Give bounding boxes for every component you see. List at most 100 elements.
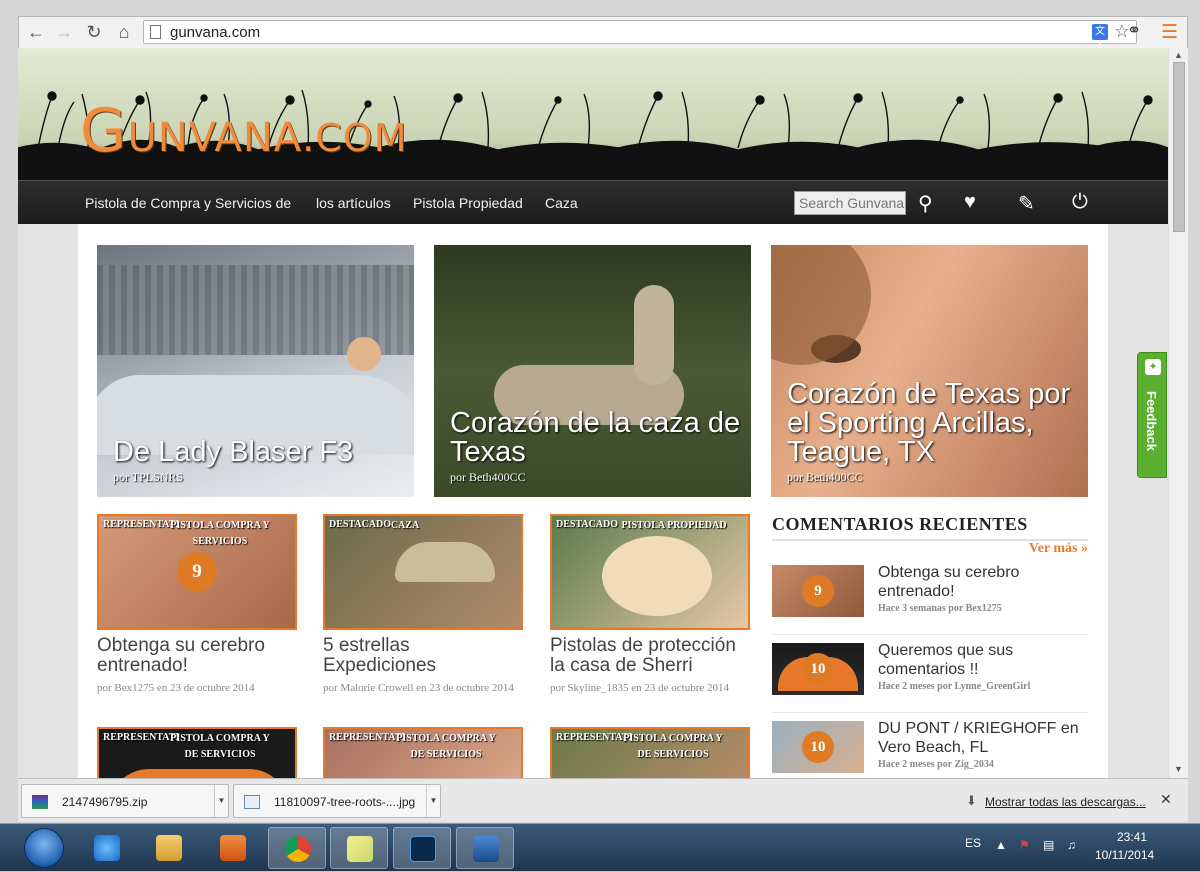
article-thumbnail[interactable]: DESTACADO CAZA [323, 514, 523, 630]
article-card[interactable]: REPRESENTATI PISTOLA COMPRA Y SERVICIOS … [97, 514, 297, 695]
category-tag[interactable]: PISTOLA COMPRA Y DE SERVICIOS [165, 731, 275, 763]
clock-date[interactable]: 10/11/2014 [1095, 848, 1154, 862]
taskbar-notes[interactable] [330, 827, 388, 869]
download-item[interactable]: 11810097-tree-roots-....jpg ▼ [233, 784, 441, 818]
url-text[interactable]: gunvana.com [170, 24, 260, 41]
taskbar-photoshop[interactable] [393, 827, 451, 869]
volume-icon[interactable]: ♫ [1067, 838, 1076, 852]
home-icon[interactable]: ⌂ [113, 21, 135, 43]
close-icon[interactable]: ✕ [1160, 791, 1172, 808]
article-card[interactable]: REPRESENTATI PISTOLA COMPRA Y DE SERVICI… [550, 727, 750, 778]
feature-title[interactable]: Corazón de Texas por el Sporting Arcilla… [787, 380, 1078, 467]
article-card[interactable]: DESTACADO PISTOLA PROPIEDAD Pistolas de … [550, 514, 750, 695]
category-tag[interactable]: DESTACADO [329, 518, 391, 532]
comment-thumbnail[interactable]: 10 [772, 643, 864, 695]
feature-author[interactable]: por Beth400CC [450, 470, 526, 485]
clock-time[interactable]: 23:41 [1107, 830, 1157, 844]
browser-toolbar: ← → ↻ ⌂ gunvana.com 文A ☆ ⚭ ☰ [18, 16, 1188, 53]
article-title[interactable]: 5 estrellas Expediciones [323, 636, 523, 676]
comment-title[interactable]: DU PONT / KRIEGHOFF en Vero Beach, FL [878, 719, 1088, 757]
article-title[interactable]: Obtenga su cerebro entrenado! [97, 636, 297, 676]
megaphone-icon: ✦ [1145, 359, 1161, 375]
article-card[interactable]: REPRESENTATI PISTOLA COMPRA Y DE SERVICI… [323, 727, 523, 778]
image-file-icon [244, 795, 260, 809]
category-tag[interactable]: PISTOLA PROPIEDAD [614, 518, 734, 534]
site-logo[interactable]: GUNVANA.COM [80, 96, 407, 166]
sticky-notes-icon [347, 836, 373, 862]
show-all-downloads-link[interactable]: Mostrar todas las descargas... [985, 795, 1146, 809]
comment-thumbnail[interactable]: 9 [772, 565, 864, 617]
search-icon[interactable]: ⚲ [918, 191, 933, 216]
back-icon[interactable]: ← [25, 21, 47, 43]
pencil-icon[interactable]: ✎ [1018, 191, 1035, 216]
comment-item[interactable]: 9 Obtenga su cerebro entrenado! Hace 3 s… [772, 557, 1088, 635]
taskbar-app[interactable] [456, 827, 514, 869]
sidebar-heading: COMENTARIOS RECIENTES [772, 514, 1028, 534]
menu-icon[interactable]: ☰ [1161, 21, 1178, 44]
article-meta: por Bex1275 en 23 de octubre 2014 [97, 682, 255, 694]
nav-link-gun-ownership[interactable]: Pistola Propiedad [413, 195, 523, 211]
vertical-scrollbar[interactable]: ▲ ▼ [1168, 48, 1188, 778]
forward-icon[interactable]: → [53, 21, 75, 43]
address-bar[interactable]: gunvana.com 文A ☆ [143, 20, 1137, 53]
feedback-label[interactable]: Feedback [1144, 391, 1159, 451]
category-tag[interactable]: PISTOLA COMPRA Y DE SERVICIOS [391, 731, 501, 763]
download-filename[interactable]: 11810097-tree-roots-....jpg [274, 795, 415, 809]
comment-title[interactable]: Queremos que sus comentarios !! [878, 641, 1088, 679]
taskbar-chrome[interactable] [268, 827, 326, 869]
taskbar-media[interactable] [204, 827, 262, 869]
article-card[interactable]: REPRESENTATI PISTOLA COMPRA Y DE SERVICI… [97, 727, 297, 778]
article-thumbnail[interactable]: REPRESENTATI PISTOLA COMPRA Y DE SERVICI… [550, 727, 750, 778]
category-tag[interactable]: PISTOLA COMPRA Y SERVICIOS [165, 518, 275, 550]
comment-thumbnail[interactable]: 10 [772, 721, 864, 773]
category-tag[interactable]: CAZA [385, 518, 425, 534]
start-button[interactable] [24, 828, 64, 868]
taskbar-ie[interactable] [78, 827, 136, 869]
category-tag[interactable]: DESTACADO [556, 518, 618, 532]
folder-icon [156, 835, 182, 861]
signal-icon[interactable]: ▤ [1043, 838, 1054, 852]
search-input[interactable] [794, 191, 906, 215]
feedback-tab[interactable]: ✦ Feedback [1137, 352, 1167, 478]
taskbar-explorer[interactable] [140, 827, 198, 869]
feature-card[interactable]: De Lady Blaser F3 por TPLSNRS [97, 245, 414, 497]
translate-icon[interactable]: 文A [1092, 24, 1108, 53]
scroll-down-icon[interactable]: ▼ [1174, 764, 1183, 774]
feature-title[interactable]: Corazón de la caza de Texas [450, 409, 741, 467]
reload-icon[interactable]: ↻ [83, 21, 105, 43]
nav-link-hunting[interactable]: Caza [545, 195, 578, 211]
chevron-down-icon[interactable]: ▼ [426, 785, 440, 817]
comment-item[interactable]: 10 DU PONT / KRIEGHOFF en Vero Beach, FL… [772, 713, 1088, 778]
nav-link-articles[interactable]: los artículos [316, 195, 391, 211]
article-thumbnail[interactable]: REPRESENTATI PISTOLA COMPRA Y SERVICIOS … [97, 514, 297, 630]
article-card[interactable]: DESTACADO CAZA 5 estrellas Expediciones … [323, 514, 523, 695]
article-thumbnail[interactable]: DESTACADO PISTOLA PROPIEDAD [550, 514, 750, 630]
windows-taskbar: ES ▲ ⚑ ▤ ♫ 23:41 10/11/2014 [0, 823, 1200, 871]
heart-icon[interactable]: ♥ [964, 191, 976, 214]
feature-author[interactable]: por TPLSNRS [113, 470, 183, 485]
language-indicator[interactable]: ES [965, 836, 981, 850]
comment-meta: Hace 2 meses por Lynne_GreenGirl [878, 681, 1031, 692]
tray-arrow-icon[interactable]: ▲ [995, 838, 1007, 852]
comment-item[interactable]: 10 Queremos que sus comentarios !! Hace … [772, 635, 1088, 713]
article-thumbnail[interactable]: REPRESENTATI PISTOLA COMPRA Y DE SERVICI… [323, 727, 523, 778]
flag-icon[interactable]: ⚑ [1019, 838, 1030, 852]
power-icon[interactable]: ⏻ [1072, 191, 1088, 214]
download-item[interactable]: 2147496795.zip ▼ [21, 784, 229, 818]
comment-title[interactable]: Obtenga su cerebro entrenado! [878, 563, 1088, 601]
feature-author[interactable]: por Beth400CC [787, 470, 863, 485]
scroll-up-icon[interactable]: ▲ [1174, 50, 1183, 60]
download-filename[interactable]: 2147496795.zip [62, 795, 147, 809]
feature-card[interactable]: Corazón de Texas por el Sporting Arcilla… [771, 245, 1088, 497]
category-tag[interactable]: PISTOLA COMPRA Y DE SERVICIOS [618, 731, 728, 763]
feature-title[interactable]: De Lady Blaser F3 [113, 438, 404, 467]
article-thumbnail[interactable]: REPRESENTATI PISTOLA COMPRA Y DE SERVICI… [97, 727, 297, 778]
photoshop-icon [410, 836, 436, 862]
nav-link-gun-buying[interactable]: Pistola de Compra y Servicios de [85, 195, 291, 211]
article-title[interactable]: Pistolas de protección la casa de Sherri [550, 636, 750, 676]
see-more-link[interactable]: Ver más » [772, 541, 1088, 557]
headphones-icon[interactable]: ⚭ [1127, 21, 1141, 41]
scrollbar-thumb[interactable] [1173, 62, 1185, 232]
chevron-down-icon[interactable]: ▼ [214, 785, 228, 817]
feature-card[interactable]: Corazón de la caza de Texas por Beth400C… [434, 245, 751, 497]
